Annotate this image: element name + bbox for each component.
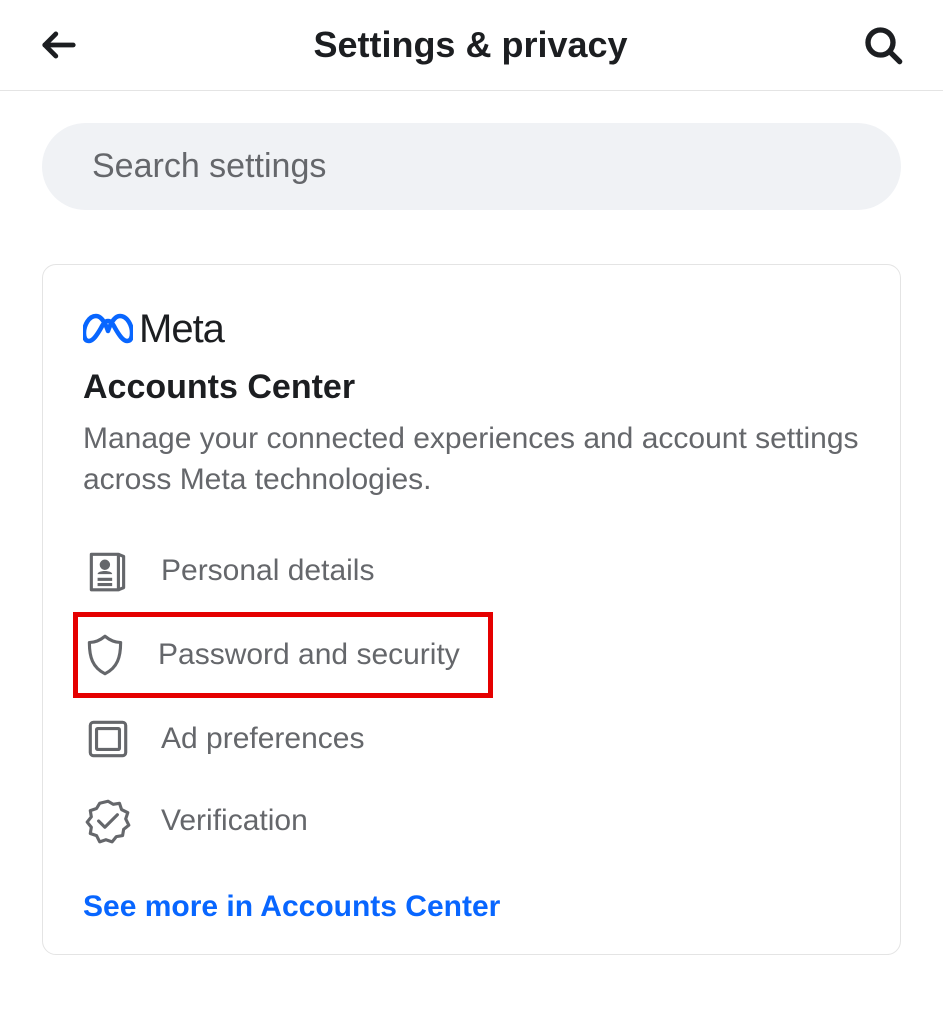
person-card-icon [83, 546, 133, 596]
search-input[interactable] [92, 147, 851, 186]
ad-preferences-item[interactable]: Ad preferences [83, 698, 860, 780]
verification-item[interactable]: Verification [83, 780, 860, 862]
page-title: Settings & privacy [313, 24, 627, 66]
meta-brand-text: Meta [139, 307, 224, 352]
meta-logo-icon [83, 313, 133, 347]
card-title: Accounts Center [83, 368, 860, 407]
verified-badge-icon [83, 796, 133, 846]
accounts-center-card: Meta Accounts Center Manage your connect… [42, 264, 901, 955]
password-security-item[interactable]: Password and security [73, 612, 493, 698]
display-icon [83, 714, 133, 764]
shield-icon [80, 630, 130, 680]
meta-brand: Meta [83, 307, 860, 352]
back-button[interactable] [40, 26, 78, 64]
card-description: Manage your connected experiences and ac… [83, 419, 860, 500]
see-more-link[interactable]: See more in Accounts Center [83, 862, 860, 934]
list-item-label: Personal details [161, 554, 374, 588]
header: Settings & privacy [0, 0, 943, 91]
list-item-label: Verification [161, 804, 308, 838]
list-item-label: Password and security [158, 638, 460, 672]
list-item-label: Ad preferences [161, 722, 364, 756]
search-settings-box[interactable] [42, 123, 901, 210]
personal-details-item[interactable]: Personal details [83, 530, 860, 612]
search-button[interactable] [863, 25, 903, 65]
